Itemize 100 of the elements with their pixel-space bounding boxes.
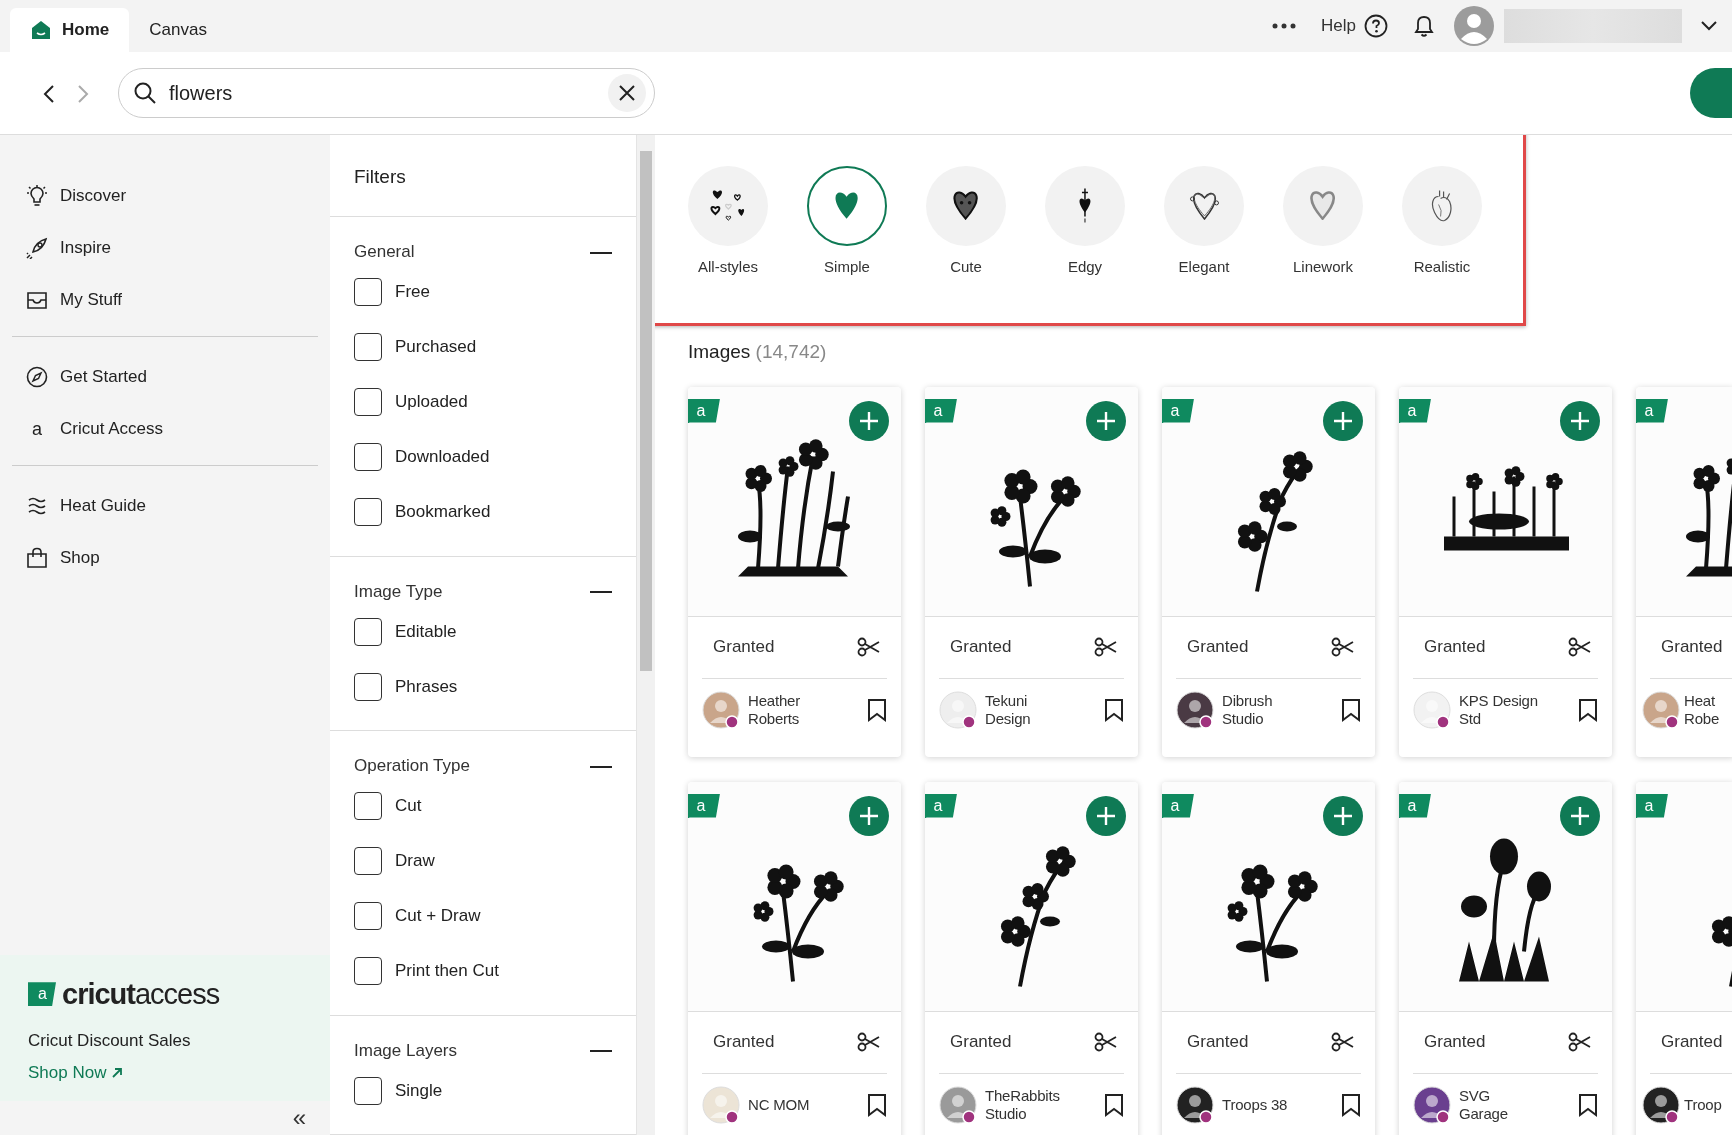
house-icon [30, 19, 52, 41]
bookmark-icon [1578, 697, 1598, 722]
shopping-bag-icon [26, 547, 48, 569]
author-name: Dibrush Studio [1222, 691, 1274, 728]
plus-icon [1569, 804, 1591, 827]
scissors-icon [1331, 637, 1355, 657]
image-card[interactable]: a Granted Heat Robe [1636, 386, 1732, 757]
bookmark-button[interactable] [867, 1092, 887, 1117]
checkbox[interactable] [354, 792, 382, 820]
checkbox-label: Downloaded [395, 446, 490, 469]
checkbox-label: Draw [395, 850, 435, 873]
checkbox[interactable] [354, 498, 382, 526]
plus-icon [1095, 804, 1117, 827]
sidebar-item[interactable]: Heat Guide [12, 480, 318, 532]
sidebar-item[interactable]: Discover [12, 170, 318, 222]
license-status: Granted [1661, 1031, 1723, 1054]
image-card[interactable]: a Granted Troop [1636, 781, 1732, 1135]
plus-icon [1095, 409, 1117, 432]
author-name: Heather Roberts [748, 691, 801, 728]
clear-button[interactable] [608, 74, 646, 112]
checkbox[interactable] [354, 902, 382, 930]
image-card[interactable]: a Granted Tekuni Design [925, 386, 1138, 757]
image-card[interactable]: a Granted Dibrush Studio [1162, 386, 1375, 757]
anatomical-heart-icon [1431, 189, 1453, 223]
bookmark-button[interactable] [1578, 1092, 1598, 1117]
image-card[interactable]: a Granted TheRabbits Studio [925, 781, 1138, 1135]
image-card[interactable]: a Granted SVG Garage [1399, 781, 1612, 1135]
avatar-icon[interactable] [1454, 6, 1494, 46]
bookmark-button[interactable] [1578, 697, 1598, 722]
checkbox[interactable] [354, 443, 382, 471]
scissors-icon [857, 637, 881, 657]
checkbox-label: Print then Cut [395, 960, 499, 983]
bookmark-button[interactable] [867, 697, 887, 722]
checkbox[interactable] [354, 957, 382, 985]
sidebar-item[interactable]: Get Started [12, 351, 318, 403]
license-status: Granted [950, 1031, 1012, 1054]
collapse-button[interactable]: « [286, 1105, 312, 1131]
bookmark-button[interactable] [1341, 697, 1361, 722]
license-status: Granted [1424, 1031, 1486, 1054]
bell-icon[interactable] [1412, 13, 1436, 39]
heart-face-icon [953, 191, 979, 221]
checkbox[interactable] [354, 672, 382, 701]
author-name: Troop [1684, 1095, 1723, 1114]
sidebar-item[interactable]: Shop [12, 532, 318, 584]
close-icon [618, 84, 636, 102]
avatar-icon [1413, 1085, 1451, 1124]
image-card[interactable]: a Granted KPS Design Std [1399, 386, 1612, 757]
hearts-icon [710, 189, 746, 223]
plus-icon [1332, 409, 1354, 432]
checkbox-label: Bookmarked [395, 501, 491, 524]
checkbox[interactable] [354, 278, 382, 306]
filter-section-title: General [354, 241, 415, 263]
help-button[interactable]: Help [1315, 12, 1394, 40]
ornate-heart-icon [1188, 191, 1220, 220]
bookmark-icon [867, 1092, 887, 1117]
lightbulb-icon [26, 185, 48, 207]
bookmark-icon [1341, 1092, 1361, 1117]
compass-icon [26, 366, 48, 388]
bookmark-button[interactable] [1104, 697, 1124, 722]
shop-now-link[interactable]: Shop Now [28, 1059, 124, 1085]
minus-icon [590, 251, 612, 254]
checkbox[interactable] [354, 1076, 382, 1105]
filter-section-title: Image Layers [354, 1039, 457, 1062]
checkbox-label: Purchased [395, 336, 477, 359]
plus-icon [858, 409, 880, 432]
checkbox-label: Single [395, 1079, 443, 1102]
minus-icon [590, 1050, 612, 1052]
checkbox[interactable] [354, 617, 382, 646]
sidebar-item[interactable]: Inspire [12, 222, 318, 274]
search-field[interactable]: flowers [118, 68, 655, 118]
license-status: Granted [1187, 636, 1249, 659]
checkbox[interactable] [354, 847, 382, 875]
scrollbar[interactable] [637, 135, 655, 1135]
author-name: TheRabbits Studio [985, 1086, 1061, 1123]
bookmark-button[interactable] [1341, 1092, 1361, 1117]
tab[interactable]: Home [10, 8, 130, 52]
chevron-down-icon[interactable] [1700, 20, 1718, 32]
avatar-icon [939, 1085, 977, 1124]
bookmark-button[interactable] [1104, 1092, 1124, 1117]
image-card[interactable]: a Granted Troops 38 [1162, 781, 1375, 1135]
image-card[interactable]: a Granted Heather Roberts [688, 386, 901, 757]
bookmark-icon [1104, 1092, 1124, 1117]
checkbox-label: Phrases [395, 675, 458, 698]
new-button[interactable] [1690, 68, 1732, 118]
chevron-left-icon [42, 83, 56, 104]
bookmark-icon [1104, 697, 1124, 722]
checkbox[interactable] [354, 388, 382, 416]
author-name: Troops 38 [1222, 1095, 1289, 1114]
more-icon[interactable] [1271, 22, 1298, 30]
license-status: Granted [1424, 636, 1486, 659]
heart-dagger-icon [1078, 187, 1092, 225]
filters-title: Filters [330, 135, 636, 217]
avatar-icon [1413, 690, 1451, 729]
sidebar-item[interactable]: My Stuff [12, 274, 318, 326]
tab[interactable]: Canvas [129, 8, 227, 52]
checkbox[interactable] [354, 333, 382, 361]
avatar-icon [1642, 690, 1680, 729]
bookmark-icon [1341, 697, 1361, 722]
sidebar-item[interactable]: a Cricut Access [12, 403, 318, 455]
image-card[interactable]: a Granted NC MOM [688, 781, 901, 1135]
